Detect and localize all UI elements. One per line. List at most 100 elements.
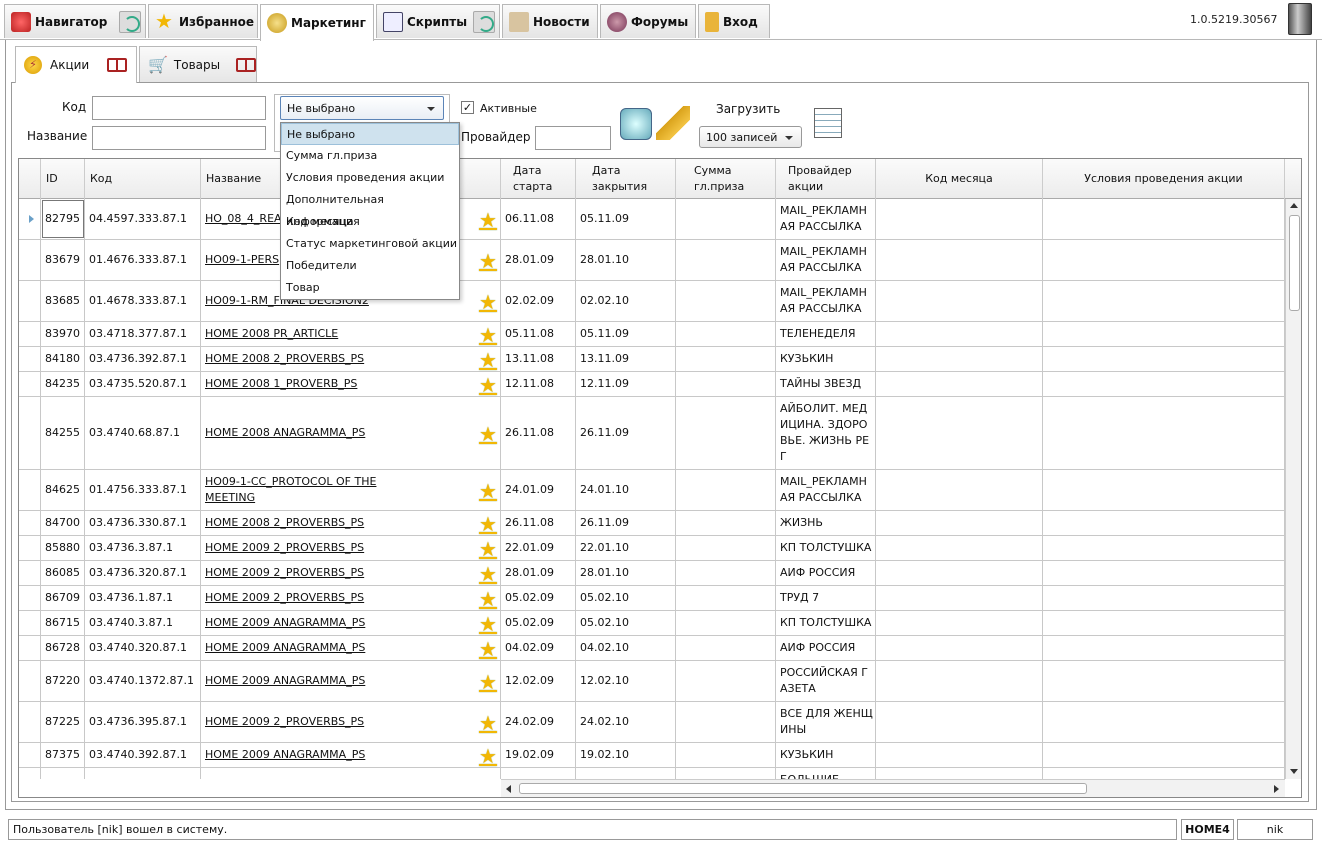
table-row[interactable]: 83679 01.4676.333.87.1 HO09-1-PERS ★ 28.01.0… — [19, 240, 1285, 281]
field-select[interactable]: Не выбрано — [280, 96, 444, 120]
column-header-end[interactable]: Дата закрытия — [576, 159, 676, 199]
cell-name[interactable] — [201, 768, 501, 779]
tab-navigator[interactable]: Навигатор — [4, 4, 146, 38]
favorite-star-icon[interactable]: ★ — [479, 639, 497, 659]
cell-name[interactable]: HOME 2008 PR_ARTICLE ★ — [201, 322, 501, 346]
table-row[interactable]: 86709 03.4736.1.87.1 HOME 2009 2_PROVERBS_… — [19, 586, 1285, 611]
favorite-star-icon[interactable]: ★ — [479, 746, 497, 766]
dropdown-option[interactable]: Код месяца — [281, 211, 459, 233]
tab-favorites[interactable]: ★ Избранное — [148, 4, 258, 38]
column-header-code[interactable]: Код — [85, 159, 201, 199]
favorite-star-icon[interactable]: ★ — [479, 251, 497, 271]
favorite-star-icon[interactable]: ★ — [479, 514, 497, 534]
broom-icon[interactable] — [656, 106, 690, 140]
table-row[interactable]: БОЛЬШИЕ — [19, 768, 1285, 779]
favorite-star-icon[interactable]: ★ — [479, 325, 497, 345]
dropdown-option[interactable]: Статус маркетинговой акции — [281, 233, 459, 255]
table-row[interactable]: 84180 03.4736.392.87.1 HOME 2008 2_PROVERB… — [19, 347, 1285, 372]
favorite-star-icon[interactable]: ★ — [479, 589, 497, 609]
tab-login[interactable]: Вход — [698, 4, 770, 38]
scroll-down-icon[interactable] — [1290, 769, 1298, 774]
column-header-provider[interactable]: Провайдер акции — [776, 159, 876, 199]
favorite-star-icon[interactable]: ★ — [479, 210, 497, 230]
table-row[interactable]: 82795 04.4597.333.87.1 HO_08_4_REA ★ 06.11.0… — [19, 199, 1285, 240]
provider-input[interactable] — [535, 126, 611, 150]
trash-icon[interactable] — [1288, 3, 1312, 35]
subtab-promotions[interactable]: ⚡ Акции — [15, 46, 137, 83]
refresh-icon[interactable] — [119, 11, 141, 33]
search-robot-icon[interactable] — [620, 108, 652, 140]
active-checkbox[interactable]: ✓ — [461, 101, 474, 114]
cell-name[interactable]: HOME 2009 2_PROVERBS_PS ★ — [201, 536, 501, 560]
cell-name[interactable]: HOME 2009 ANAGRAMMA_PS ★ — [201, 636, 501, 660]
dropdown-option[interactable]: Дополнительная информация — [281, 189, 459, 228]
table-row[interactable]: 86085 03.4736.320.87.1 HOME 2009 2_PROVERB… — [19, 561, 1285, 586]
refresh-icon[interactable] — [473, 11, 495, 33]
cell-name[interactable]: HOME 2008 2_PROVERBS_PS ★ — [201, 511, 501, 535]
dropdown-option[interactable]: Товар — [281, 277, 459, 299]
scroll-left-icon[interactable] — [506, 785, 511, 793]
cell-name[interactable]: HOME 2008 1_PROVERB_PS ★ — [201, 372, 501, 396]
favorite-star-icon[interactable]: ★ — [479, 375, 497, 395]
table-row[interactable]: 86715 03.4740.3.87.1 HOME 2009 ANAGRAMMA_P… — [19, 611, 1285, 636]
cell-name[interactable]: HOME 2009 2_PROVERBS_PS ★ — [201, 561, 501, 585]
scroll-up-icon[interactable] — [1290, 203, 1298, 208]
vertical-scrollbar[interactable] — [1285, 199, 1301, 779]
table-row[interactable]: 87220 03.4740.1372.87.1 HOME 2009 ANAGRAMM… — [19, 661, 1285, 702]
cell-provider: КП ТОЛСТУШКА — [776, 611, 876, 635]
subtab-goods[interactable]: 🛒 Товары — [139, 46, 257, 82]
name-input[interactable] — [92, 126, 266, 150]
scroll-right-icon[interactable] — [1274, 785, 1279, 793]
cell-name[interactable]: HO09-1-CC_PROTOCOL OF THE MEETING ★ — [201, 470, 501, 510]
table-row[interactable]: 83685 01.4678.333.87.1 HO09-1-RM_FINAL DEC… — [19, 281, 1285, 322]
favorite-star-icon[interactable]: ★ — [479, 481, 497, 501]
table-row[interactable]: 87375 03.4740.392.87.1 HOME 2009 ANAGRAMMA… — [19, 743, 1285, 768]
dropdown-option[interactable]: Условия проведения акции — [281, 167, 459, 189]
cell-name[interactable]: HOME 2009 2_PROVERBS_PS ★ — [201, 702, 501, 742]
tab-forums[interactable]: Форумы — [600, 4, 696, 38]
favorite-star-icon[interactable]: ★ — [479, 539, 497, 559]
cell-name[interactable]: HOME 2008 ANAGRAMMA_PS ★ — [201, 397, 501, 469]
favorite-star-icon[interactable]: ★ — [479, 564, 497, 584]
column-header-conditions[interactable]: Условия проведения акции — [1043, 159, 1285, 199]
report-icon[interactable] — [814, 108, 842, 138]
horizontal-scrollbar[interactable] — [501, 779, 1285, 797]
favorite-star-icon[interactable]: ★ — [479, 614, 497, 634]
dropdown-option[interactable]: Сумма гл.приза — [281, 145, 459, 167]
dropdown-option[interactable]: Не выбрано — [281, 123, 459, 145]
scroll-thumb[interactable] — [1289, 215, 1300, 311]
column-header-start[interactable]: Дата старта — [501, 159, 576, 199]
row-indicator — [19, 661, 41, 701]
favorite-star-icon[interactable]: ★ — [479, 424, 497, 444]
favorite-star-icon[interactable]: ★ — [479, 672, 497, 692]
tab-marketing[interactable]: Маркетинг — [260, 4, 374, 41]
table-row[interactable]: 84235 03.4735.520.87.1 HOME 2008 1_PROVERB… — [19, 372, 1285, 397]
table-row[interactable]: 83970 03.4718.377.87.1 HOME 2008 PR_ARTICL… — [19, 322, 1285, 347]
cell-name[interactable]: HOME 2009 ANAGRAMMA_PS ★ — [201, 611, 501, 635]
favorite-star-icon[interactable]: ★ — [479, 713, 497, 733]
column-header-month-code[interactable]: Код месяца — [876, 159, 1043, 199]
favorite-star-icon[interactable]: ★ — [479, 292, 497, 312]
code-input[interactable] — [92, 96, 266, 120]
cell-name[interactable]: HOME 2009 2_PROVERBS_PS ★ — [201, 586, 501, 610]
book-icon[interactable] — [107, 58, 128, 72]
cell-text: 03.4740.320.87.1 — [89, 641, 187, 654]
table-row[interactable]: 87225 03.4736.395.87.1 HOME 2009 2_PROVERB… — [19, 702, 1285, 743]
book-icon[interactable] — [236, 57, 256, 72]
table-row[interactable]: 84255 03.4740.68.87.1 HOME 2008 ANAGRAMMA_… — [19, 397, 1285, 470]
tab-scripts[interactable]: Скрипты — [376, 4, 500, 38]
load-count-select[interactable]: 100 записей — [699, 126, 802, 148]
cell-name[interactable]: HOME 2009 ANAGRAMMA_PS ★ — [201, 743, 501, 767]
favorite-star-icon[interactable]: ★ — [479, 350, 497, 370]
table-row[interactable]: 85880 03.4736.3.87.1 HOME 2009 2_PROVERBS_… — [19, 536, 1285, 561]
dropdown-option[interactable]: Победители — [281, 255, 459, 277]
tab-news[interactable]: Новости — [502, 4, 598, 38]
scroll-thumb[interactable] — [519, 783, 1087, 794]
table-row[interactable]: 84625 01.4756.333.87.1 HO09-1-CC_PROTOCOL … — [19, 470, 1285, 511]
column-header-prize[interactable]: Сумма гл.приза — [676, 159, 776, 199]
table-row[interactable]: 84700 03.4736.330.87.1 HOME 2008 2_PROVERB… — [19, 511, 1285, 536]
cell-name[interactable]: HOME 2009 ANAGRAMMA_PS ★ — [201, 661, 501, 701]
column-header-id[interactable]: ID — [41, 159, 85, 199]
cell-name[interactable]: HOME 2008 2_PROVERBS_PS ★ — [201, 347, 501, 371]
table-row[interactable]: 86728 03.4740.320.87.1 HOME 2009 ANAGRAMMA… — [19, 636, 1285, 661]
